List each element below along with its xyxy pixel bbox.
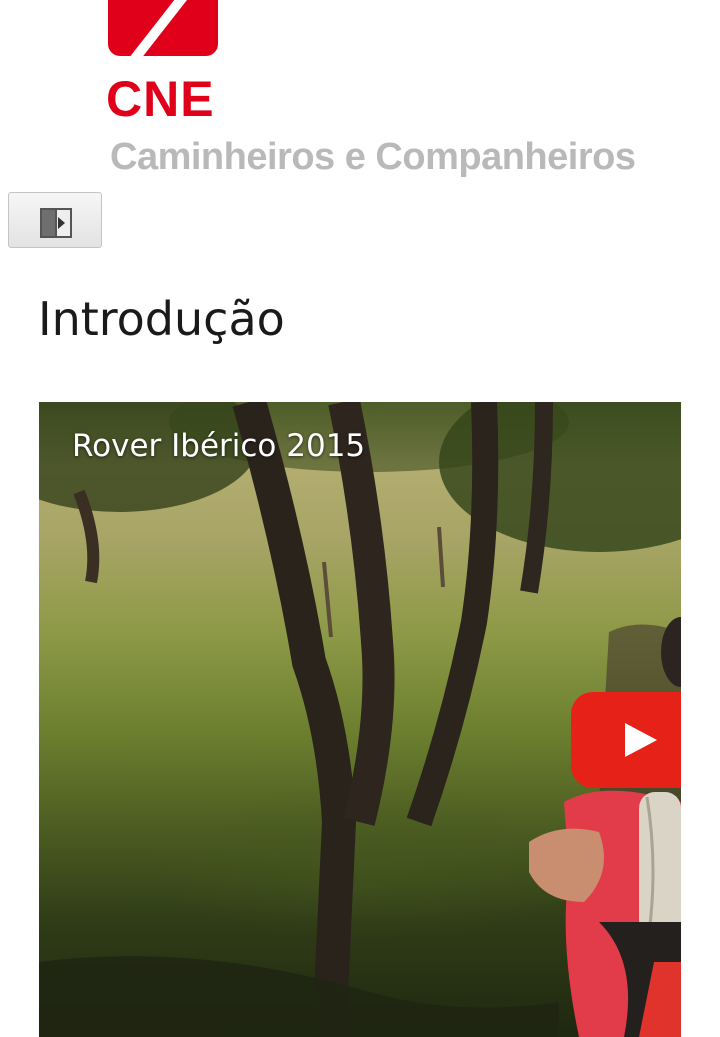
play-button[interactable] (571, 692, 681, 788)
video-player[interactable]: Rover Ibérico 2015 (39, 402, 681, 1037)
logo-brand-text: CNE (106, 71, 215, 127)
cne-logo-mark (108, 0, 218, 56)
sidebar-toggle-button[interactable] (8, 192, 102, 248)
sidebar-toggle-icon (40, 208, 72, 238)
page-title: Introdução (38, 292, 285, 346)
youtube-play-icon (625, 723, 657, 757)
video-title[interactable]: Rover Ibérico 2015 (72, 428, 365, 465)
logo-subtitle: Caminheiros e Companheiros (110, 136, 636, 178)
